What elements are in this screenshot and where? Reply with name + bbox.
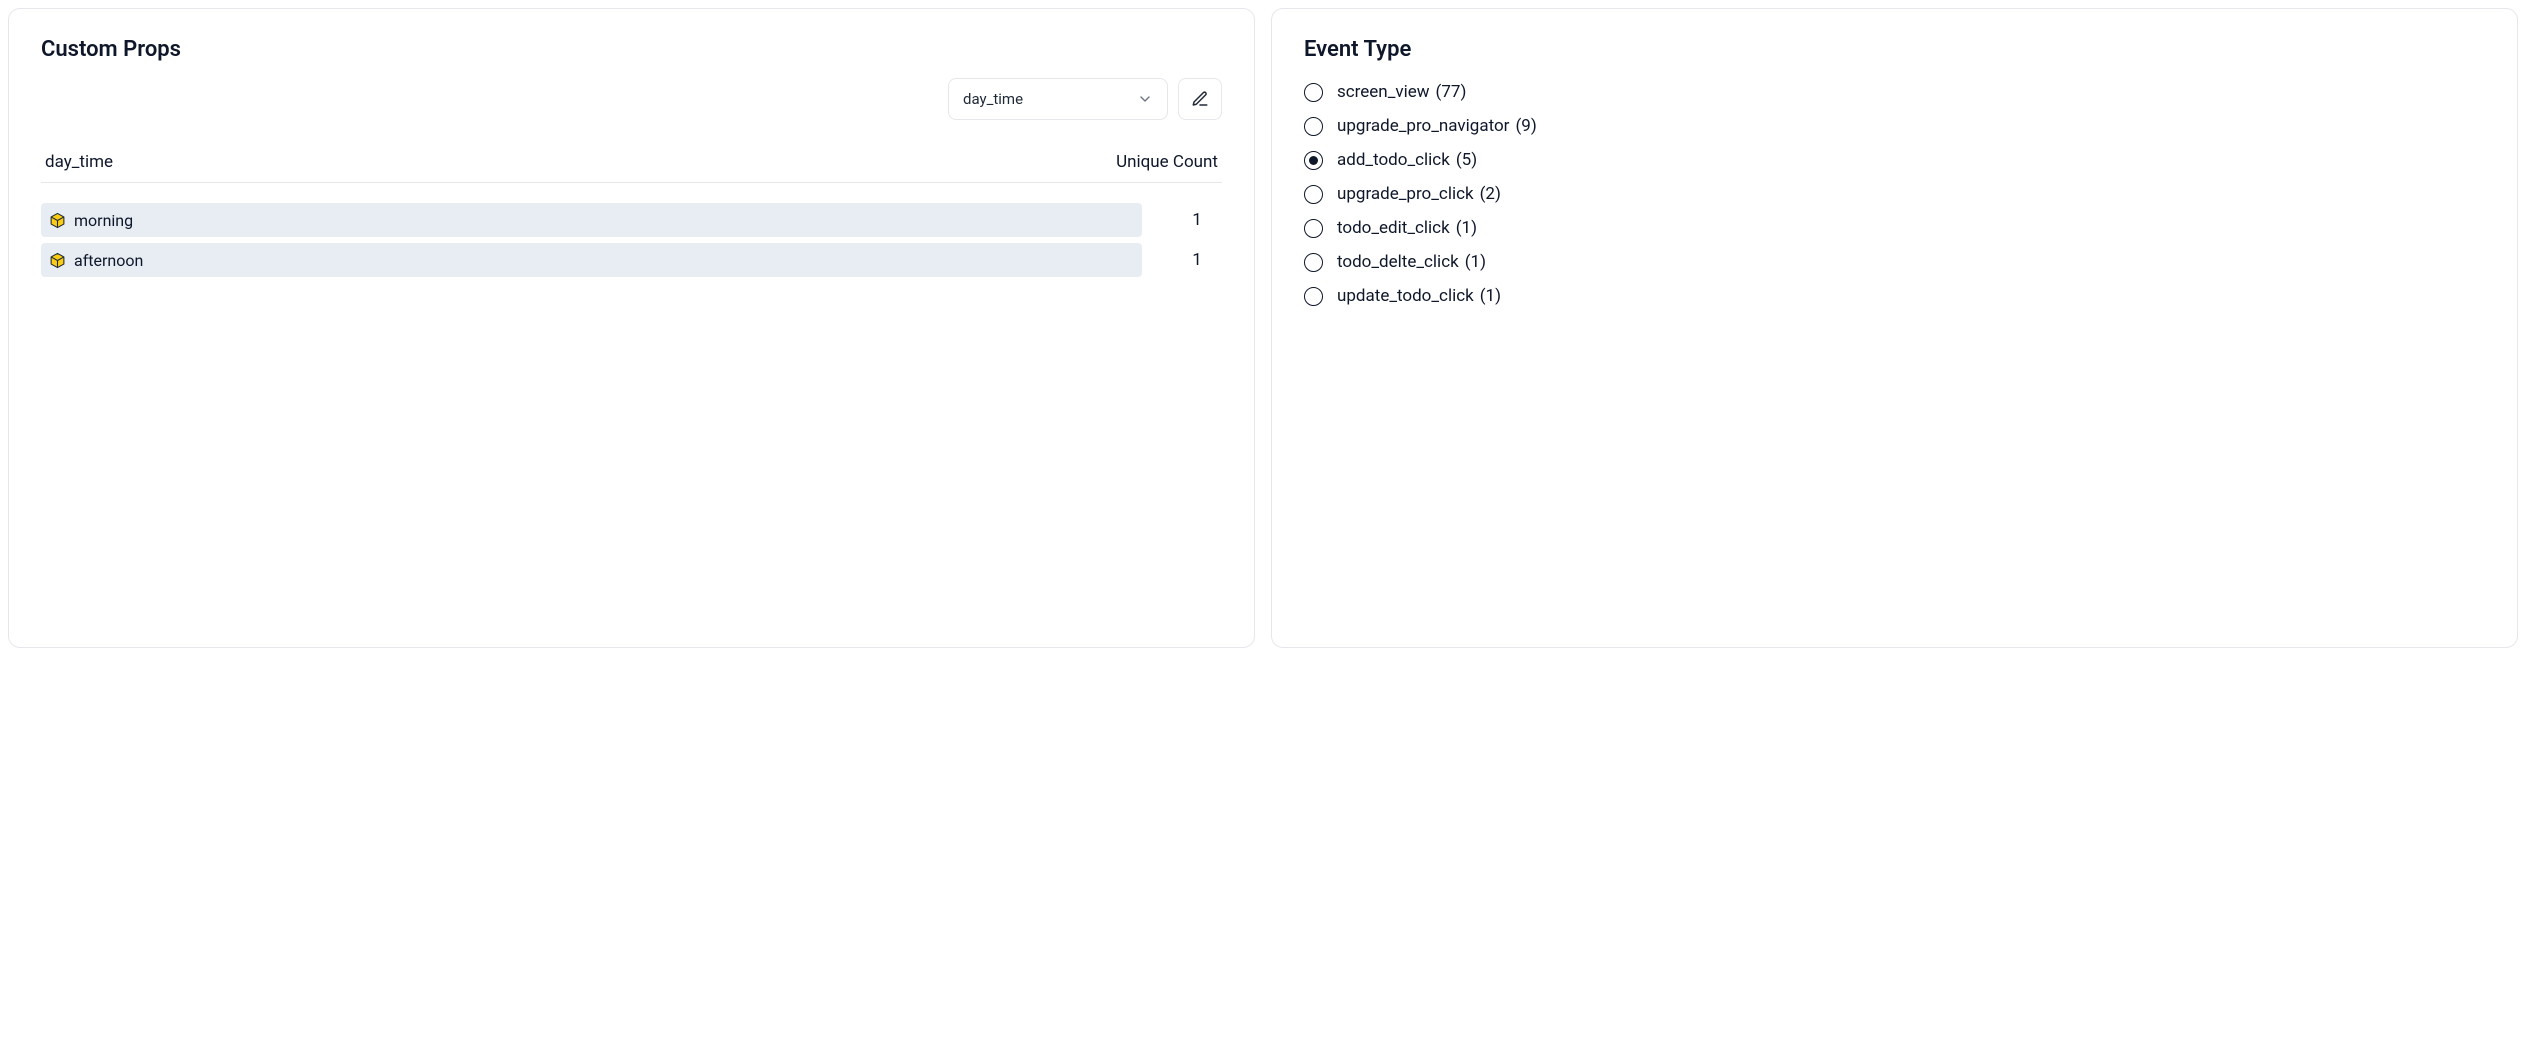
col-prop: day_time [45,152,113,172]
event-name: update_todo_click [1337,286,1474,306]
row-label: morning [74,211,133,230]
prop-select-value: day_time [963,90,1023,108]
event-count: (2) [1480,184,1501,204]
event-type-option[interactable]: todo_delte_click (1) [1304,252,2485,272]
radio-icon [1304,287,1323,306]
row-count: 1 [1172,250,1222,270]
radio-icon [1304,253,1323,272]
event-count: (9) [1515,116,1536,136]
package-icon [49,212,66,229]
radio-icon [1304,117,1323,136]
event-name: todo_delte_click [1337,252,1459,272]
event-name: add_todo_click [1337,150,1450,170]
event-count: (1) [1456,218,1477,238]
package-icon [49,252,66,269]
table-row[interactable]: afternoon 1 [41,243,1222,277]
bar-cell: morning [41,203,1142,237]
event-count: (5) [1456,150,1477,170]
event-type-title: Event Type [1304,37,2485,62]
event-name: todo_edit_click [1337,218,1450,238]
bar-label: afternoon [41,243,1142,277]
radio-icon [1304,219,1323,238]
event-type-option[interactable]: upgrade_pro_navigator (9) [1304,116,2485,136]
bar-cell: afternoon [41,243,1142,277]
props-table-body: morning 1 afternoon [41,203,1222,277]
table-row[interactable]: morning 1 [41,203,1222,237]
props-table-header: day_time Unique Count [41,144,1222,183]
col-count: Unique Count [1116,152,1218,172]
event-type-option[interactable]: add_todo_click (5) [1304,150,2485,170]
bar-label: morning [41,203,1142,237]
event-type-option[interactable]: todo_edit_click (1) [1304,218,2485,238]
chevron-down-icon [1137,91,1153,107]
radio-icon [1304,185,1323,204]
prop-select[interactable]: day_time [948,78,1168,120]
event-count: (1) [1465,252,1486,272]
event-type-list: screen_view (77) upgrade_pro_navigator (… [1304,82,2485,306]
event-type-option[interactable]: upgrade_pro_click (2) [1304,184,2485,204]
row-label: afternoon [74,251,143,270]
event-name: upgrade_pro_navigator [1337,116,1509,136]
custom-props-card: Custom Props day_time day_time Unique Co… [8,8,1255,648]
row-count: 1 [1172,210,1222,230]
event-name: screen_view [1337,82,1430,102]
event-type-option[interactable]: screen_view (77) [1304,82,2485,102]
pencil-square-icon [1191,90,1209,108]
radio-icon [1304,151,1323,170]
event-type-option[interactable]: update_todo_click (1) [1304,286,2485,306]
event-name: upgrade_pro_click [1337,184,1474,204]
event-count: (1) [1480,286,1501,306]
radio-icon [1304,83,1323,102]
event-count: (77) [1436,82,1467,102]
event-type-card: Event Type screen_view (77) upgrade_pro_… [1271,8,2518,648]
custom-props-controls: day_time [41,78,1222,120]
custom-props-title: Custom Props [41,37,1222,62]
edit-button[interactable] [1178,78,1222,120]
